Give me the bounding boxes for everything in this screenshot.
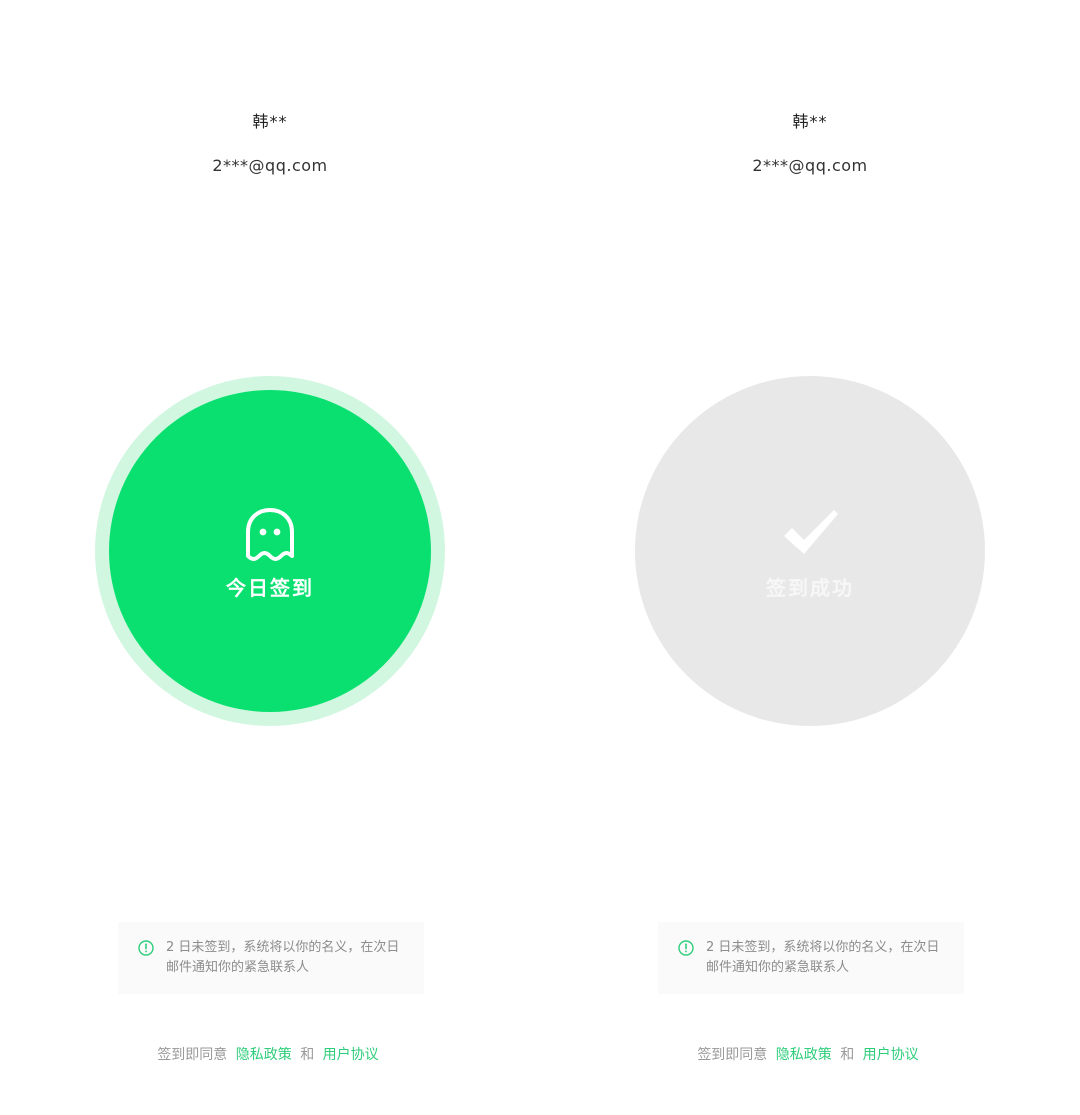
user-agreement-link[interactable]: 用户协议 xyxy=(323,1047,379,1063)
notice-text: 2 日未签到，系统将以你的名义，在次日邮件通知你的紧急联系人 xyxy=(706,940,940,975)
info-icon xyxy=(678,940,694,956)
user-email: 2***@qq.com xyxy=(752,156,868,175)
notice-box: 2 日未签到，系统将以你的名义，在次日邮件通知你的紧急联系人 xyxy=(658,922,964,994)
privacy-policy-link[interactable]: 隐私政策 xyxy=(236,1047,292,1063)
checkin-button[interactable]: 签到成功 xyxy=(635,376,985,726)
notice-text: 2 日未签到，系统将以你的名义，在次日邮件通知你的紧急联系人 xyxy=(166,940,400,975)
agreement-line: 签到即同意 隐私政策 和 用户协议 xyxy=(0,1044,540,1064)
user-name: 韩** xyxy=(792,112,828,131)
checkin-button[interactable]: 今日签到 xyxy=(109,390,431,712)
notice-box: 2 日未签到，系统将以你的名义，在次日邮件通知你的紧急联系人 xyxy=(118,922,424,994)
checkmark-icon xyxy=(784,509,838,554)
agreement-prefix: 签到即同意 xyxy=(697,1047,768,1063)
agreement-line: 签到即同意 隐私政策 和 用户协议 xyxy=(540,1044,1080,1064)
agreement-and: 和 xyxy=(840,1047,855,1063)
user-name: 韩** xyxy=(252,112,288,131)
checkin-button-label: 今日签到 xyxy=(226,575,314,600)
ghost-icon xyxy=(246,507,294,561)
checkin-screen-success: 韩** 2***@qq.com 签到成功 2 日未签到，系统将以你的名义，在次日… xyxy=(540,0,1080,1115)
checkin-screen-pending: 韩** 2***@qq.com 今日签到 2 日未签到，系统将以你的名义，在次日… xyxy=(0,0,540,1115)
checkin-button-ring: 签到成功 xyxy=(635,376,985,726)
privacy-policy-link[interactable]: 隐私政策 xyxy=(776,1047,832,1063)
checkin-button-ring: 今日签到 xyxy=(95,376,445,726)
agreement-and: 和 xyxy=(300,1047,315,1063)
info-icon xyxy=(138,940,154,956)
user-email: 2***@qq.com xyxy=(212,156,328,175)
agreement-prefix: 签到即同意 xyxy=(157,1047,228,1063)
checkin-button-label: 签到成功 xyxy=(766,575,854,600)
user-agreement-link[interactable]: 用户协议 xyxy=(863,1047,919,1063)
app-stage: 韩** 2***@qq.com 今日签到 2 日未签到，系统将以你的名义，在次日… xyxy=(0,0,1080,1115)
